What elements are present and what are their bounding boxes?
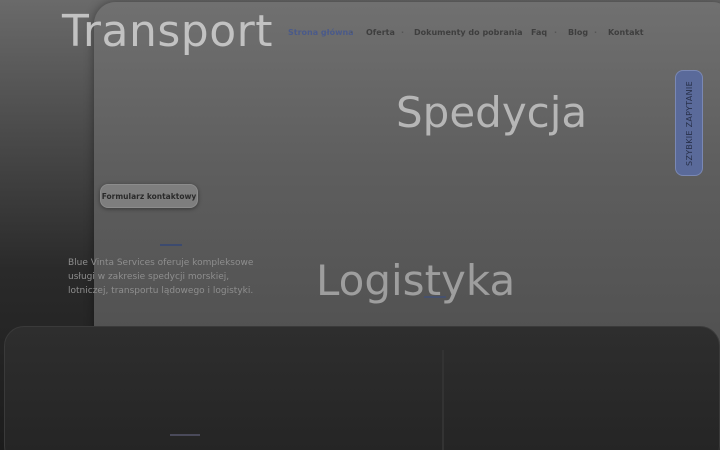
quick-quote-button[interactable]: SZYBKIE ZAPYTANIE [675, 70, 703, 176]
intro-text: Blue Vinta Services oferuje kompleksowe … [68, 258, 254, 296]
quick-quote-label: SZYBKIE ZAPYTANIE [684, 80, 694, 166]
nav-item-blog[interactable]: Blog [568, 28, 588, 37]
section-marker [170, 434, 200, 436]
nav-item-documents[interactable]: Dokumenty do pobrania [414, 28, 523, 37]
section-divider [442, 350, 444, 450]
hero-word-logistyka: Logistyka [316, 256, 516, 305]
hero-word-spedycja: Spedycja [396, 88, 588, 137]
nav-separator: · [594, 28, 598, 37]
nav-item-home[interactable]: Strona główna [288, 28, 354, 37]
nav-item-offer[interactable]: Oferta [366, 28, 395, 37]
nav-separator: · [514, 28, 518, 37]
nav-item-faq[interactable]: Faq [531, 28, 547, 37]
nav-separator: · [401, 28, 405, 37]
bottom-section [4, 326, 720, 450]
nav-separator: · [350, 28, 354, 37]
nav-item-contact[interactable]: Kontakt [608, 28, 644, 37]
hero-word-transport: Transport [62, 6, 273, 57]
nav-separator: · [554, 28, 558, 37]
accent-line [424, 296, 446, 298]
accent-line [160, 244, 182, 246]
contact-form-button[interactable]: Formularz kontaktowy [100, 184, 198, 208]
